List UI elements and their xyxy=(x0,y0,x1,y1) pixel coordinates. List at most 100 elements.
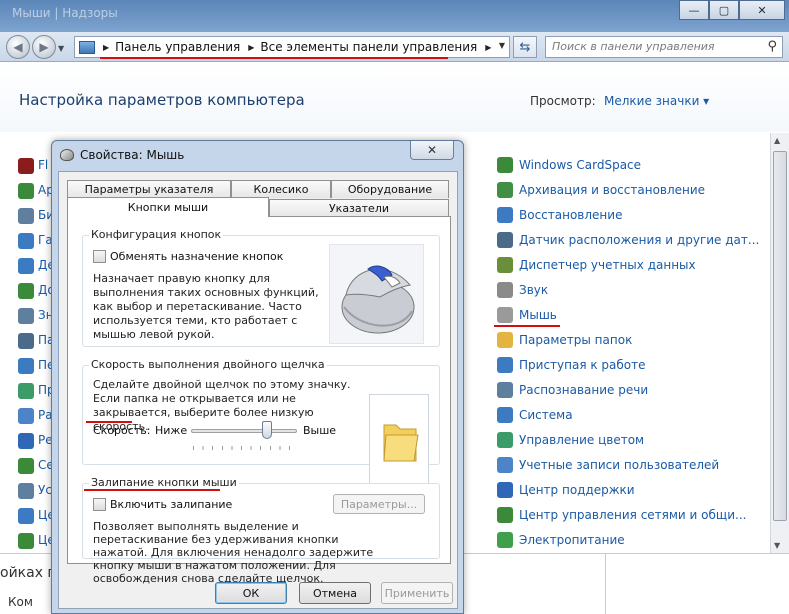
checkbox-box[interactable] xyxy=(93,498,106,511)
click-lock-settings-button[interactable]: Параметры... xyxy=(333,494,425,514)
control-panel-item[interactable]: Диспетчер учетных данных xyxy=(497,255,696,275)
item-icon xyxy=(18,183,34,199)
ok-button[interactable]: ОК xyxy=(215,582,287,604)
control-panel-item[interactable]: Windows CardSpace xyxy=(497,155,641,175)
address-dropdown-icon[interactable]: ▼ xyxy=(499,41,505,50)
scroll-up-icon[interactable]: ▲ xyxy=(774,136,780,145)
annotation-underline xyxy=(100,57,448,59)
item-label[interactable]: Учетные записи пользователей xyxy=(519,458,719,472)
view-mode-dropdown[interactable]: Мелкие значки ▾ xyxy=(604,94,709,108)
click-lock-checkbox[interactable]: Включить залипание xyxy=(93,498,232,511)
control-panel-item[interactable]: Приступая к работе xyxy=(497,355,646,375)
item-label[interactable]: Восстановление xyxy=(519,208,622,222)
item-icon xyxy=(497,282,513,298)
address-bar[interactable]: ▶ Панель управления ▶ Все элементы панел… xyxy=(74,36,510,58)
control-panel-item[interactable]: Мышь xyxy=(497,305,557,325)
search-placeholder: Поиск в панели управления xyxy=(552,40,715,53)
back-button[interactable]: ◀ xyxy=(6,35,30,59)
item-label[interactable]: Архивация и восстановление xyxy=(519,183,705,197)
forward-button[interactable]: ▶ xyxy=(32,35,56,59)
refresh-button[interactable]: ⇆ xyxy=(513,36,537,58)
breadcrumb-control-panel[interactable]: Панель управления xyxy=(115,40,240,54)
checkbox-label[interactable]: Обменять назначение кнопок xyxy=(110,250,283,263)
search-input[interactable]: Поиск в панели управления ⚲ xyxy=(545,36,783,58)
breadcrumb-arrow-icon[interactable]: ▶ xyxy=(485,43,491,52)
item-label[interactable]: Ус xyxy=(38,483,52,497)
item-label[interactable]: Fl xyxy=(38,158,48,172)
group-title: Скорость выполнения двойного щелчка xyxy=(89,358,327,371)
item-label[interactable]: Звук xyxy=(519,283,548,297)
item-icon xyxy=(497,532,513,548)
titlebar-ghost-text: Мыши | Надзоры xyxy=(12,6,118,20)
dialog-close-button[interactable]: ✕ xyxy=(410,141,454,160)
control-panel-item[interactable]: Центр поддержки xyxy=(497,480,635,500)
tab-buttons[interactable]: Кнопки мыши xyxy=(67,197,269,217)
item-label[interactable]: Управление цветом xyxy=(519,433,644,447)
breadcrumb-all-items[interactable]: Все элементы панели управления xyxy=(260,40,477,54)
test-folder-area[interactable] xyxy=(369,394,429,484)
control-panel-item[interactable]: Центр управления сетями и общи... xyxy=(497,505,746,525)
item-label[interactable]: Мышь xyxy=(519,308,557,322)
arrow-right-icon: ▶ xyxy=(39,40,49,54)
tab-pointer-options[interactable]: Параметры указателя xyxy=(67,180,231,198)
divider xyxy=(605,553,606,614)
maximize-button[interactable]: ▢ xyxy=(709,0,739,20)
scrollbar-thumb[interactable] xyxy=(773,151,787,521)
control-panel-item[interactable]: Управление цветом xyxy=(497,430,644,450)
speed-label: Скорость: xyxy=(93,424,151,437)
breadcrumb-arrow-icon[interactable]: ▶ xyxy=(103,43,109,52)
close-button[interactable]: ✕ xyxy=(739,0,785,20)
item-icon xyxy=(18,208,34,224)
vertical-scrollbar[interactable]: ▲ ▼ xyxy=(770,133,789,553)
item-icon xyxy=(497,307,513,323)
control-panel-item[interactable]: Параметры папок xyxy=(497,330,632,350)
item-icon xyxy=(18,408,34,424)
checkbox-box[interactable] xyxy=(93,250,106,263)
mouse-icon xyxy=(60,149,74,161)
breadcrumb-arrow-icon[interactable]: ▶ xyxy=(248,43,254,52)
slider-thumb[interactable] xyxy=(262,421,273,439)
control-panel-item[interactable]: Электропитание xyxy=(497,530,625,550)
minimize-button[interactable]: — xyxy=(679,0,709,20)
tab-wheel[interactable]: Колесико xyxy=(231,180,331,198)
cancel-button[interactable]: Отмена xyxy=(299,582,371,604)
button-config-group: Конфигурация кнопок Обменять назначение … xyxy=(82,228,440,347)
item-label[interactable]: Диспетчер учетных данных xyxy=(519,258,696,272)
search-icon[interactable]: ⚲ xyxy=(767,39,777,54)
swap-buttons-checkbox[interactable]: Обменять назначение кнопок xyxy=(93,250,283,263)
mouse-properties-dialog: Свойства: Мышь ✕ Параметры указателя Кол… xyxy=(51,140,464,614)
button-config-description: Назначает правую кнопку для выполнения т… xyxy=(93,272,319,341)
annotation-underline xyxy=(494,325,560,327)
checkbox-label[interactable]: Включить залипание xyxy=(110,498,232,511)
item-label[interactable]: Центр поддержки xyxy=(519,483,635,497)
item-label[interactable]: Windows CardSpace xyxy=(519,158,641,172)
item-icon xyxy=(18,258,34,274)
item-icon xyxy=(18,383,34,399)
item-label[interactable]: Центр управления сетями и общи... xyxy=(519,508,746,522)
item-label[interactable]: Распознавание речи xyxy=(519,383,648,397)
item-icon xyxy=(497,157,513,173)
item-icon xyxy=(497,482,513,498)
control-panel-item[interactable]: Датчик расположения и другие дат... xyxy=(497,230,759,250)
control-panel-item[interactable]: Учетные записи пользователей xyxy=(497,455,719,475)
control-panel-item[interactable]: Восстановление xyxy=(497,205,622,225)
item-label[interactable]: Система xyxy=(519,408,573,422)
control-panel-item[interactable]: Звук xyxy=(497,280,548,300)
history-dropdown-icon[interactable]: ▼ xyxy=(58,44,64,53)
item-label[interactable]: Приступая к работе xyxy=(519,358,646,372)
apply-button[interactable]: Применить xyxy=(381,582,453,604)
item-label[interactable]: Электропитание xyxy=(519,533,625,547)
control-panel-item[interactable]: Распознавание речи xyxy=(497,380,648,400)
control-panel-item[interactable]: Система xyxy=(497,405,573,425)
speed-slow-label: Ниже xyxy=(155,424,188,437)
item-icon xyxy=(18,308,34,324)
item-icon xyxy=(18,458,34,474)
item-label[interactable]: Датчик расположения и другие дат... xyxy=(519,233,759,247)
double-click-speed-slider[interactable] xyxy=(191,429,297,433)
item-label[interactable]: Параметры папок xyxy=(519,333,632,347)
view-label: Просмотр: xyxy=(530,94,596,108)
tab-hardware[interactable]: Оборудование xyxy=(331,180,449,198)
control-panel-item[interactable]: Архивация и восстановление xyxy=(497,180,705,200)
scroll-down-icon[interactable]: ▼ xyxy=(774,541,780,550)
tab-pointers[interactable]: Указатели xyxy=(269,199,449,217)
